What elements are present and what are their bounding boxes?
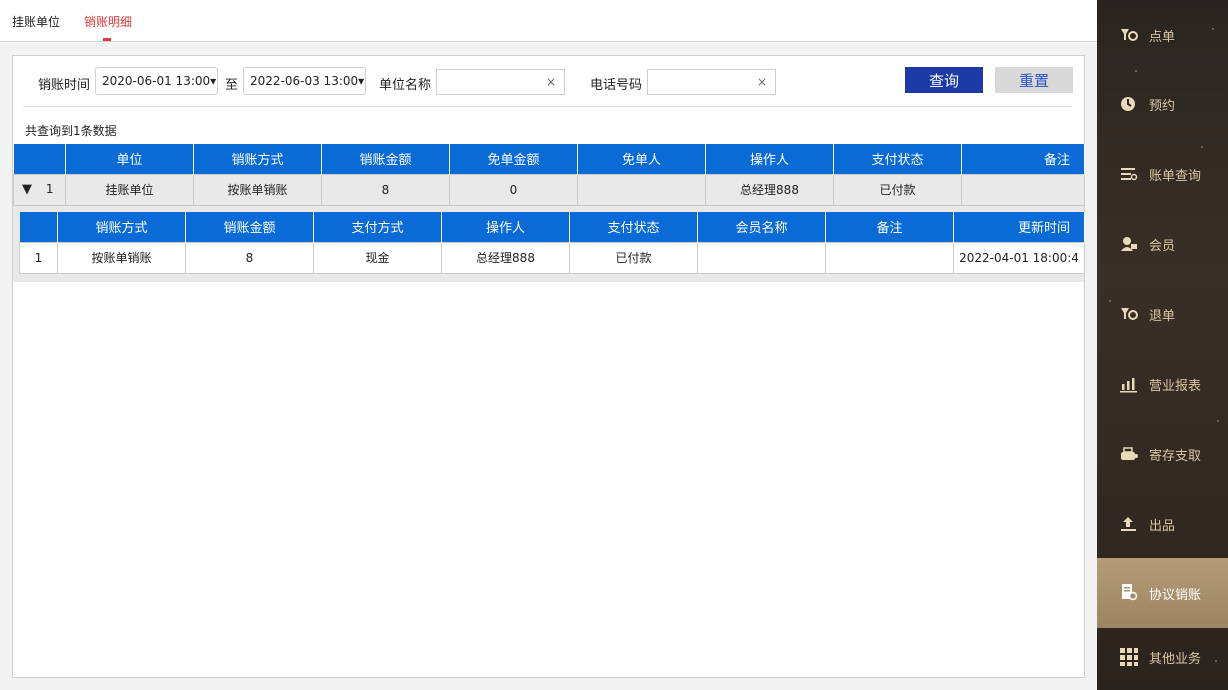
detail-col-remark: 备注 [825, 212, 954, 242]
phone-label: 电话号码 [590, 78, 643, 93]
main-area: 销账时间 2020-06-01 13:00▾ 至 2022-06-03 13:0… [0, 43, 1097, 690]
order-icon [1121, 29, 1138, 41]
sidebar-label-bill-query: 账单查询 [1149, 169, 1202, 184]
cell-free-person [577, 173, 706, 206]
row-index: 1 [45, 182, 54, 196]
sidebar-label-report: 营业报表 [1149, 379, 1202, 394]
range-separator: 至 [225, 78, 239, 93]
active-tab-indicator [103, 38, 111, 41]
detail-col-index [19, 212, 58, 242]
phone-input[interactable] [648, 70, 775, 94]
query-button[interactable]: 查询 [905, 67, 983, 93]
detail-cell-updated: 2022-04-01 18:00:4 [953, 241, 1085, 274]
cell-unit: 挂账单位 [65, 173, 194, 206]
col-header-free-amount: 免单金额 [449, 144, 578, 174]
detail-table: 销账方式 销账金额 支付方式 操作人 支付状态 会员名称 备注 更新时间 1 按… [19, 212, 1085, 274]
unit-name-label: 单位名称 [379, 78, 432, 93]
sidebar-item-storage[interactable]: 寄存支取 [1097, 425, 1228, 483]
phone-clear-icon[interactable]: × [757, 75, 767, 89]
detail-col-pay-status: 支付状态 [569, 212, 698, 242]
sidebar-label-storage: 寄存支取 [1149, 449, 1202, 464]
col-header-remark: 备注 [961, 144, 1085, 174]
sidebar-item-dispatch[interactable]: 出品 [1097, 495, 1228, 553]
col-header-unit: 单位 [65, 144, 194, 174]
detail-cell-amount: 8 [185, 241, 314, 274]
sidebar-item-member[interactable]: 会员 [1097, 215, 1228, 273]
sidebar-label-other: 其他业务 [1149, 652, 1202, 667]
writeoff-time-label: 销账时间 [38, 78, 91, 93]
col-header-free-person: 免单人 [577, 144, 706, 174]
start-time-select[interactable]: 2020-06-01 13:00▾ [95, 67, 218, 95]
col-header-pay-status: 支付状态 [833, 144, 962, 174]
top-tab-bar: 挂账单位 销账明细 [0, 0, 1097, 42]
sidebar-item-order[interactable]: 点单 [1097, 6, 1228, 64]
sidebar-label-reservation: 预约 [1149, 99, 1176, 114]
detail-col-pay-method: 支付方式 [313, 212, 442, 242]
unit-clear-icon[interactable]: × [546, 75, 556, 89]
cell-method: 按账单销账 [193, 173, 322, 206]
report-icon [1120, 378, 1137, 393]
sidebar-item-bill-query[interactable]: 账单查询 [1097, 145, 1228, 203]
col-header-expand [13, 144, 66, 174]
table-row[interactable]: 1 按账单销账 8 现金 总经理888 已付款 2022-04-01 18:00… [19, 241, 1085, 274]
detail-cell-operator: 总经理888 [441, 241, 570, 274]
sidebar-label-member: 会员 [1149, 239, 1176, 254]
sidebar-item-report[interactable]: 营业报表 [1097, 355, 1228, 413]
row-expand-cell[interactable]: ▼ 1 [13, 173, 66, 206]
sidebar-label-dispatch: 出品 [1149, 519, 1176, 534]
grid-icon [1120, 648, 1138, 666]
detail-col-amount: 销账金额 [185, 212, 314, 242]
col-header-amount: 销账金额 [321, 144, 450, 174]
detail-col-updated: 更新时间 [953, 212, 1085, 242]
cell-pay-status: 已付款 [833, 173, 962, 206]
detail-cell-method: 按账单销账 [57, 241, 186, 274]
tab-writeoff-details[interactable]: 销账明细 [84, 13, 132, 30]
cell-amount: 8 [321, 173, 450, 206]
reset-button[interactable]: 重置 [995, 67, 1073, 93]
sidebar-label-order: 点单 [1149, 30, 1176, 45]
sidebar-item-other[interactable]: 其他业务 [1097, 628, 1228, 686]
filter-bar: 销账时间 2020-06-01 13:00▾ 至 2022-06-03 13:0… [13, 56, 1084, 106]
cell-remark [961, 173, 1085, 206]
refund-icon [1121, 308, 1138, 320]
sidebar-item-agreement-writeoff[interactable]: 协议销账 [1097, 558, 1228, 628]
member-icon [1121, 237, 1137, 251]
dispatch-icon [1121, 517, 1136, 531]
detail-cell-remark [825, 241, 954, 274]
detail-cell-pay-status: 已付款 [569, 241, 698, 274]
clock-icon [1121, 97, 1135, 111]
right-sidebar: 点单 预约 账单查询 会员 退单 营业报表 寄存支取 出品 协议销账 其他业务 [1097, 0, 1228, 690]
sidebar-label-agreement-writeoff: 协议销账 [1149, 588, 1202, 603]
detail-col-method: 销账方式 [57, 212, 186, 242]
content-panel: 销账时间 2020-06-01 13:00▾ 至 2022-06-03 13:0… [12, 55, 1085, 678]
col-header-method: 销账方式 [193, 144, 322, 174]
detail-cell-index: 1 [19, 241, 58, 274]
detail-cell-pay-method: 现金 [313, 241, 442, 274]
expand-toggle-icon[interactable]: ▼ [22, 182, 32, 197]
filter-divider [23, 106, 1072, 107]
sidebar-item-reservation[interactable]: 预约 [1097, 75, 1228, 133]
cell-operator: 总经理888 [705, 173, 834, 206]
agreement-icon [1122, 584, 1138, 601]
bill-list-icon [1121, 168, 1138, 181]
detail-col-operator: 操作人 [441, 212, 570, 242]
sidebar-label-refund: 退单 [1149, 309, 1176, 324]
storage-icon [1121, 447, 1138, 460]
table-header-row: 单位 销账方式 销账金额 免单金额 免单人 操作人 支付状态 备注 [13, 144, 1085, 174]
col-header-operator: 操作人 [705, 144, 834, 174]
unit-name-input[interactable] [437, 70, 564, 94]
sidebar-item-refund[interactable]: 退单 [1097, 285, 1228, 343]
phone-field: × [647, 69, 776, 95]
cell-free-amount: 0 [449, 173, 578, 206]
end-time-select[interactable]: 2022-06-03 13:00▾ [243, 67, 366, 95]
detail-col-member: 会员名称 [697, 212, 826, 242]
table-row[interactable]: ▼ 1 挂账单位 按账单销账 8 0 总经理888 已付款 [13, 173, 1085, 206]
detail-cell-member [697, 241, 826, 274]
unit-name-field: × [436, 69, 565, 95]
writeoff-table: 单位 销账方式 销账金额 免单金额 免单人 操作人 支付状态 备注 ▼ 1 挂账… [13, 144, 1085, 206]
tab-credit-units[interactable]: 挂账单位 [12, 13, 60, 30]
detail-header-row: 销账方式 销账金额 支付方式 操作人 支付状态 会员名称 备注 更新时间 [19, 212, 1085, 242]
result-count: 共查询到1条数据 [25, 124, 117, 138]
